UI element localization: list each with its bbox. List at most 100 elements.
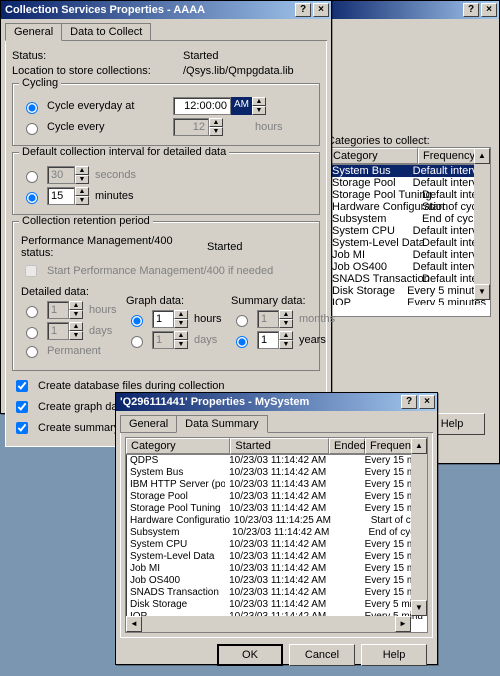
- spin-down-icon[interactable]: ▼: [279, 319, 293, 328]
- tab-general[interactable]: General: [5, 23, 62, 41]
- summary-years-radio[interactable]: [236, 336, 248, 348]
- cancel-button[interactable]: Cancel: [289, 644, 355, 666]
- spin-up-icon[interactable]: ▲: [279, 331, 293, 340]
- categories-label: Categories to collect:: [327, 135, 491, 147]
- scrollbar-horizontal[interactable]: ◄ ►: [126, 616, 411, 632]
- table-row[interactable]: Subsystem10/23/03 11:14:42 AMEnd of cycl…: [126, 527, 427, 539]
- spin-up-icon[interactable]: ▲: [174, 310, 188, 319]
- back-titlebar[interactable]: ? ×: [319, 1, 499, 19]
- close-icon[interactable]: ×: [313, 3, 329, 17]
- table-row[interactable]: System Bus10/23/03 11:14:42 AMEvery 15 m…: [126, 467, 427, 479]
- scroll-down-icon[interactable]: ▼: [411, 600, 427, 616]
- front-window: 'Q296111441' Properties - MySystem ? × G…: [115, 392, 438, 665]
- create-db-checkbox[interactable]: [16, 380, 28, 392]
- help-icon[interactable]: ?: [295, 3, 311, 17]
- spin-down-icon[interactable]: ▼: [69, 331, 83, 340]
- spin-down-icon[interactable]: ▼: [279, 340, 293, 349]
- tab-data-summary[interactable]: Data Summary: [176, 415, 267, 433]
- col-category[interactable]: Category: [328, 148, 418, 164]
- tab-data-to-collect[interactable]: Data to Collect: [61, 23, 151, 40]
- table-row[interactable]: Storage Pool10/23/03 11:14:42 AMEvery 15…: [126, 491, 427, 503]
- spin-down-icon[interactable]: ▼: [75, 196, 89, 205]
- close-icon[interactable]: ×: [419, 395, 435, 409]
- list-item[interactable]: System-Level DataDefault interval: [328, 237, 490, 249]
- list-item[interactable]: IOPEvery 5 minutes: [328, 297, 490, 305]
- graph-hours-input[interactable]: [152, 310, 174, 328]
- table-row[interactable]: Job MI10/23/03 11:14:42 AMEvery 15 min: [126, 563, 427, 575]
- scroll-right-icon[interactable]: ►: [395, 616, 411, 632]
- detailed-hours-radio[interactable]: [26, 306, 38, 318]
- spin-up-icon[interactable]: ▲: [69, 301, 83, 310]
- front-titlebar[interactable]: 'Q296111441' Properties - MySystem ? ×: [116, 393, 437, 411]
- create-summary-checkbox[interactable]: [16, 422, 28, 434]
- detailed-permanent-radio[interactable]: [26, 346, 38, 358]
- table-row[interactable]: Storage Pool Tuning10/23/03 11:14:42 AME…: [126, 503, 427, 515]
- list-item[interactable]: Job OS400Default interval: [328, 261, 490, 273]
- main-titlebar[interactable]: Collection Services Properties - AAAA ? …: [1, 1, 331, 19]
- list-item[interactable]: Storage PoolDefault interval: [328, 177, 490, 189]
- close-icon[interactable]: ×: [481, 3, 497, 17]
- spin-down-icon[interactable]: ▼: [75, 175, 89, 184]
- pm-start-checkbox[interactable]: [25, 265, 37, 277]
- scrollbar-vertical[interactable]: ▲ ▼: [411, 438, 427, 616]
- list-item[interactable]: Storage Pool TuningDefault interval: [328, 189, 490, 201]
- list-item[interactable]: System BusDefault interval: [328, 165, 490, 177]
- status-label: Status:: [12, 50, 177, 62]
- summary-list[interactable]: Category Started Ended Frequency QDPS10/…: [125, 437, 428, 633]
- list-item[interactable]: Job MIDefault interval: [328, 249, 490, 261]
- col-category[interactable]: Category: [126, 438, 230, 454]
- detailed-days-radio[interactable]: [26, 327, 38, 339]
- tab-general[interactable]: General: [120, 415, 177, 432]
- scroll-up-icon[interactable]: ▲: [474, 148, 490, 164]
- graph-days-radio[interactable]: [131, 336, 143, 348]
- table-row[interactable]: Hardware Configuration10/23/03 11:14:25 …: [126, 515, 427, 527]
- front-title: 'Q296111441' Properties - MySystem: [120, 396, 399, 408]
- scrollbar-vertical[interactable]: ▲ ▼: [474, 148, 490, 300]
- ok-button[interactable]: OK: [217, 644, 283, 666]
- help-icon[interactable]: ?: [463, 3, 479, 17]
- col-started[interactable]: Started: [230, 438, 329, 454]
- detailed-data-label: Detailed data:: [21, 286, 116, 298]
- categories-list[interactable]: Category Frequency System BusDefault int…: [327, 147, 491, 317]
- scroll-up-icon[interactable]: ▲: [411, 438, 427, 454]
- cycle-time-input[interactable]: [173, 97, 231, 115]
- table-row[interactable]: QDPS10/23/03 11:14:42 AMEvery 15 min: [126, 455, 427, 467]
- spin-up-icon[interactable]: ▲: [75, 166, 89, 175]
- interval-min-radio[interactable]: [26, 192, 38, 204]
- list-item[interactable]: System CPUDefault interval: [328, 225, 490, 237]
- list-item[interactable]: SubsystemEnd of cycle: [328, 213, 490, 225]
- interval-sec-radio[interactable]: [26, 171, 38, 183]
- create-graph-checkbox[interactable]: [16, 401, 28, 413]
- table-row[interactable]: IBM HTTP Server (pow...10/23/03 11:14:43…: [126, 479, 427, 491]
- spin-up-icon[interactable]: ▲: [252, 97, 266, 106]
- col-ended[interactable]: Ended: [329, 438, 365, 454]
- table-row[interactable]: Job OS40010/23/03 11:14:42 AMEvery 15 mi…: [126, 575, 427, 587]
- summary-years-input[interactable]: [257, 331, 279, 349]
- table-row[interactable]: System-Level Data10/23/03 11:14:42 AMEve…: [126, 551, 427, 563]
- scroll-down-icon[interactable]: ▼: [474, 284, 490, 300]
- list-item[interactable]: SNADS TransactionDefault interval: [328, 273, 490, 285]
- cycle-everyday-radio[interactable]: [26, 102, 38, 114]
- list-item[interactable]: Disk StorageEvery 5 minutes: [328, 285, 490, 297]
- graph-hours-radio[interactable]: [131, 315, 143, 327]
- spin-down-icon[interactable]: ▼: [69, 310, 83, 319]
- spin-up-icon[interactable]: ▲: [69, 322, 83, 331]
- cycle-every-radio[interactable]: [26, 123, 38, 135]
- help-icon[interactable]: ?: [401, 395, 417, 409]
- list-item[interactable]: Hardware ConfigurationStart of cycle: [328, 201, 490, 213]
- spin-down-icon[interactable]: ▼: [252, 106, 266, 115]
- table-row[interactable]: Disk Storage10/23/03 11:14:42 AMEvery 5 …: [126, 599, 427, 611]
- spin-up-icon[interactable]: ▲: [75, 187, 89, 196]
- table-row[interactable]: System CPU10/23/03 11:14:42 AMEvery 15 m…: [126, 539, 427, 551]
- scroll-left-icon[interactable]: ◄: [126, 616, 142, 632]
- spin-down-icon[interactable]: ▼: [174, 319, 188, 328]
- help-button[interactable]: Help: [361, 644, 427, 666]
- spin-up-icon[interactable]: ▲: [209, 118, 223, 127]
- spin-up-icon[interactable]: ▲: [279, 310, 293, 319]
- summary-months-radio[interactable]: [236, 315, 248, 327]
- spin-down-icon[interactable]: ▼: [209, 127, 223, 136]
- spin-up-icon[interactable]: ▲: [174, 331, 188, 340]
- interval-min-input[interactable]: [47, 187, 75, 205]
- spin-down-icon[interactable]: ▼: [174, 340, 188, 349]
- table-row[interactable]: SNADS Transaction10/23/03 11:14:42 AMEve…: [126, 587, 427, 599]
